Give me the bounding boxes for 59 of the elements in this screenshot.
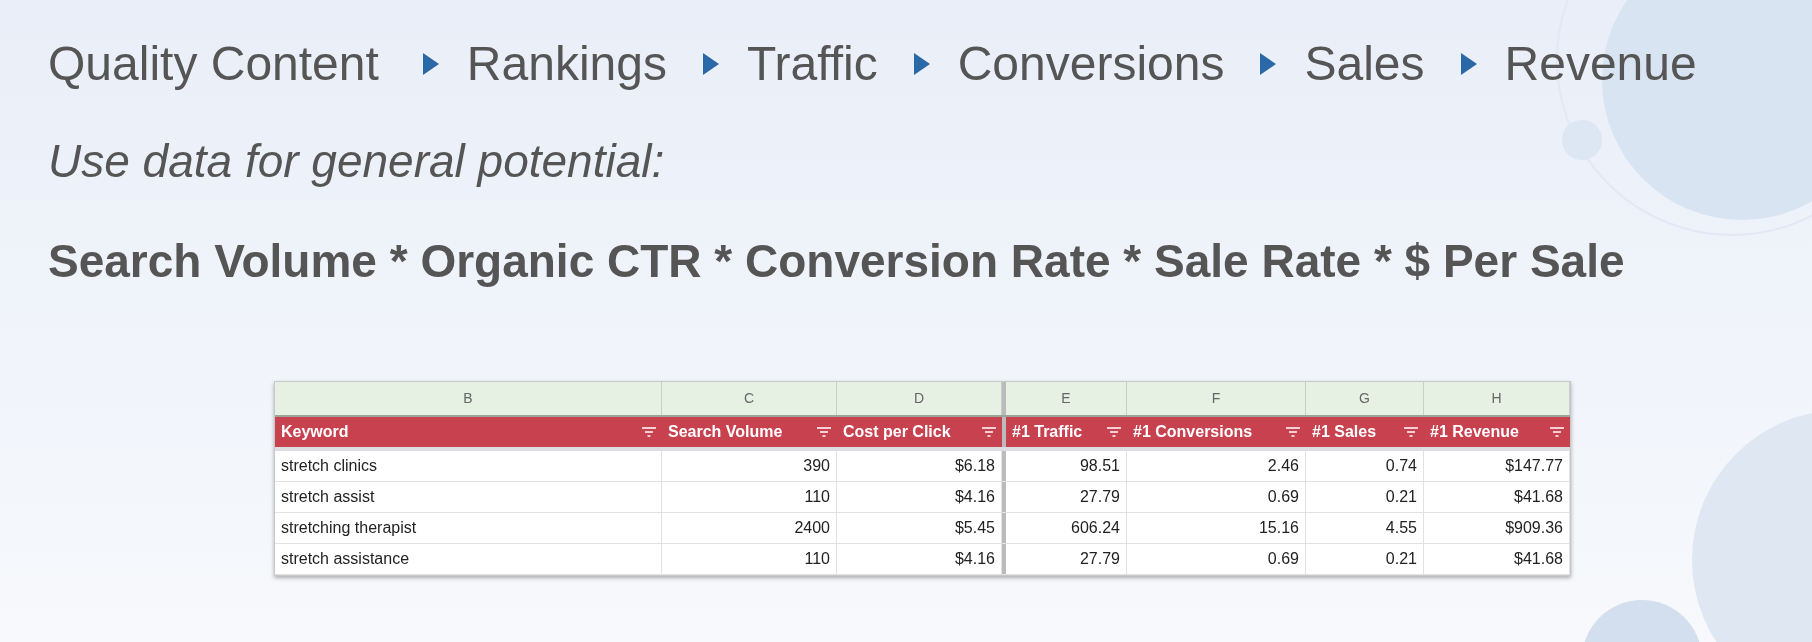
column-header: #1 Sales (1312, 422, 1377, 442)
table-cell: $4.16 (837, 544, 1002, 574)
table-cell: stretch assistance (275, 544, 662, 574)
table-cell: 110 (662, 482, 837, 512)
table-cell: stretching therapist (275, 513, 662, 543)
table-cell: $4.16 (837, 482, 1002, 512)
flow-step: Revenue (1504, 40, 1697, 88)
triangle-icon (422, 53, 439, 75)
column-letter[interactable]: G (1306, 382, 1424, 415)
filter-icon[interactable] (1550, 427, 1564, 437)
filter-icon[interactable] (982, 427, 996, 437)
table-cell: 2400 (662, 513, 837, 543)
triangle-icon (1460, 53, 1477, 75)
filter-icon[interactable] (1286, 427, 1300, 437)
table-cell: 27.79 (1002, 544, 1127, 574)
column-header: Keyword (281, 422, 349, 442)
table-cell: 0.21 (1306, 482, 1424, 512)
triangle-icon (1260, 53, 1277, 75)
table-cell: $147.77 (1424, 451, 1570, 481)
table-cell: $6.18 (837, 451, 1002, 481)
triangle-icon (913, 53, 930, 75)
column-letter[interactable]: B (275, 382, 662, 415)
table-cell: 15.16 (1127, 513, 1306, 543)
filter-icon[interactable] (642, 427, 656, 437)
column-letter[interactable]: D (837, 382, 1002, 415)
table-cell: stretch assist (275, 482, 662, 512)
table-cell: 110 (662, 544, 837, 574)
filter-icon[interactable] (1107, 427, 1121, 437)
filter-icon[interactable] (817, 427, 831, 437)
table-cell: 0.69 (1127, 544, 1306, 574)
flow-step: Rankings (466, 40, 667, 88)
filter-icon[interactable] (1404, 427, 1418, 437)
flow-step: Traffic (746, 40, 878, 88)
column-header: Search Volume (668, 422, 783, 442)
column-header: Cost per Click (843, 422, 951, 442)
table-cell: 27.79 (1002, 482, 1127, 512)
column-letter[interactable]: F (1127, 382, 1306, 415)
table-cell: 0.74 (1306, 451, 1424, 481)
column-header: #1 Revenue (1430, 422, 1519, 442)
table-cell: 98.51 (1002, 451, 1127, 481)
table-cell: $909.36 (1424, 513, 1570, 543)
flow-step: Conversions (957, 40, 1225, 88)
table-cell: 0.69 (1127, 482, 1306, 512)
column-header: #1 Traffic (1012, 422, 1083, 442)
table-cell: 2.46 (1127, 451, 1306, 481)
table-cell: $41.68 (1424, 482, 1570, 512)
column-header: #1 Conversions (1133, 422, 1253, 442)
table-cell: $5.45 (837, 513, 1002, 543)
table-cell: $41.68 (1424, 544, 1570, 574)
triangle-icon (702, 53, 719, 75)
flow-step: Quality Content (48, 40, 379, 88)
table-cell: stretch clinics (275, 451, 662, 481)
table-cell: 606.24 (1002, 513, 1127, 543)
flow-step: Sales (1304, 40, 1425, 88)
column-letter[interactable]: C (662, 382, 837, 415)
column-letter[interactable]: H (1424, 382, 1570, 415)
table-cell: 4.55 (1306, 513, 1424, 543)
table-cell: 390 (662, 451, 837, 481)
table-cell: 0.21 (1306, 544, 1424, 574)
